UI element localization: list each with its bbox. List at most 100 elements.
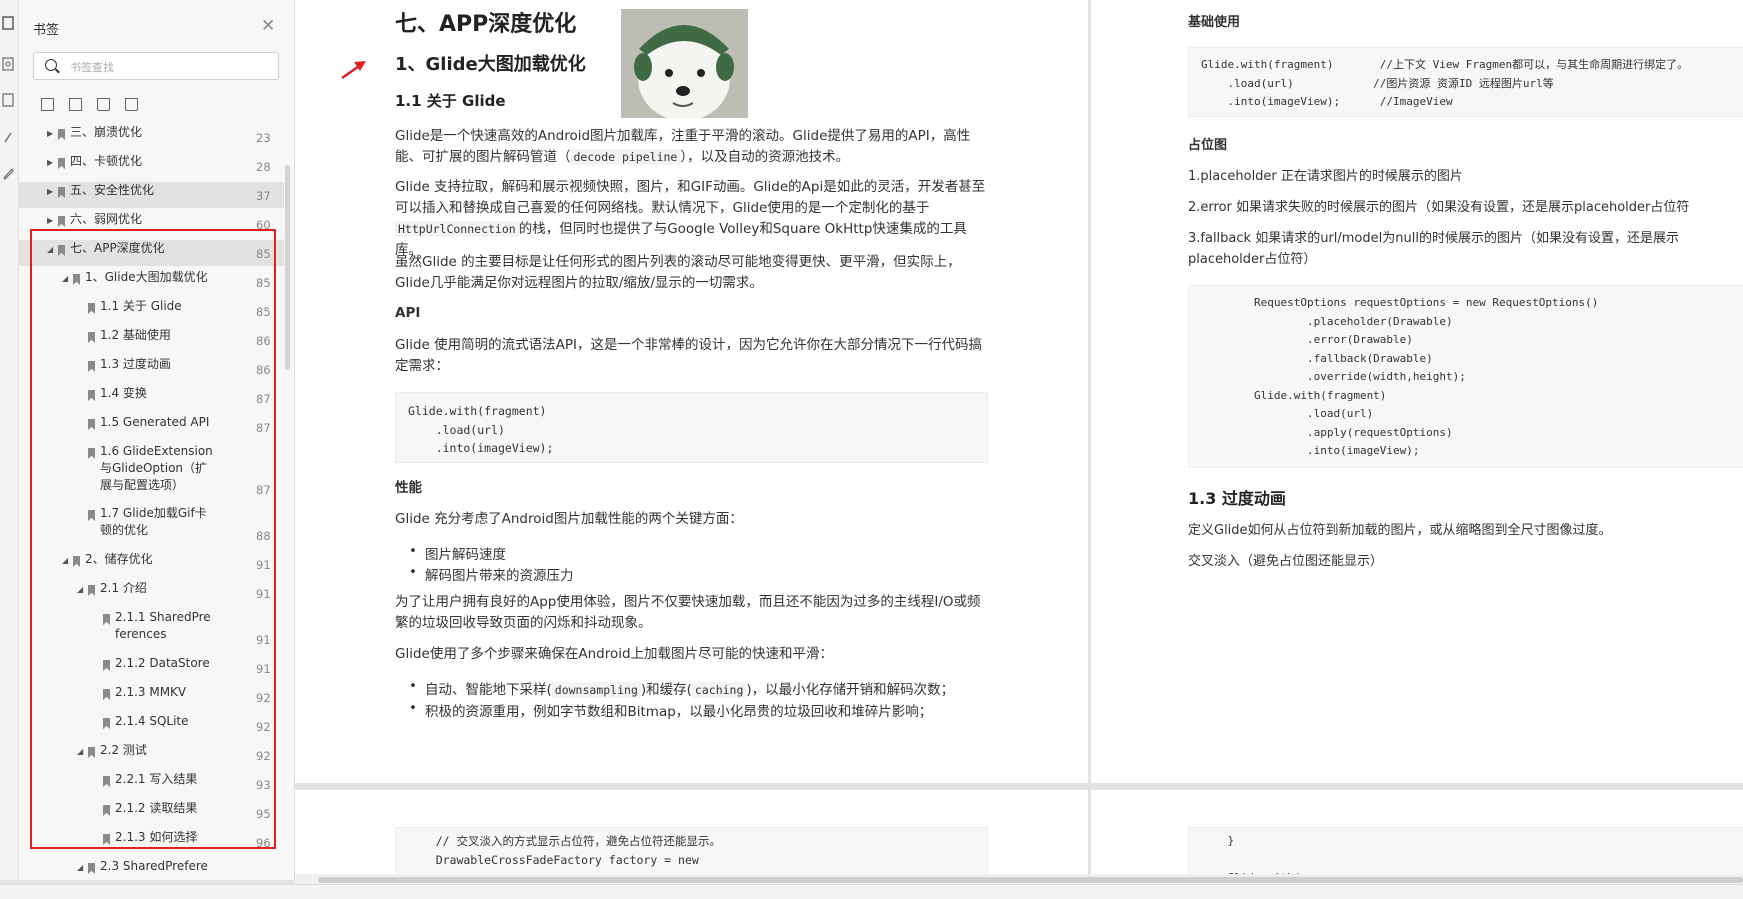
dog-sticker-image (621, 9, 748, 118)
signature-icon[interactable] (2, 166, 14, 180)
bookmark-label: 2.1.1 SharedPre ferences (115, 610, 211, 641)
attachment-icon[interactable] (2, 130, 14, 144)
placeholder-item-1: 1.placeholder 正在请求图片的时候展示的图片 (1188, 169, 1463, 184)
bookmark-search-box[interactable] (33, 52, 279, 80)
basic-usage-heading: 基础使用 (1188, 15, 1241, 30)
bookmark-label: 2.1.3 MMKV (115, 685, 187, 699)
collapse-toggle-icon[interactable]: ◢ (62, 274, 68, 283)
bookmark-icon (88, 332, 95, 343)
bullet-decode-speed: 图片解码速度 (409, 543, 506, 563)
bookmark-icon (88, 448, 95, 459)
expand-toggle-icon[interactable]: ▶ (47, 158, 53, 167)
bookmark-item[interactable]: 2.1.3 MMKV 92 (19, 684, 284, 710)
bookmark-item[interactable]: ◢ 2、储存优化 91 (19, 551, 284, 577)
sidebar-scrollbar[interactable] (285, 165, 290, 370)
chapter-title: 七、APP深度优化 (395, 12, 577, 37)
bookmark-item[interactable]: 2.1.3 如何选择 96 (19, 829, 284, 855)
paragraph-about-glide: Glide是一个快速高效的Android图片加载库，注重于平滑的滚动。Glide… (395, 128, 971, 165)
expand-all-icon[interactable] (41, 98, 54, 111)
placeholder-item-3: 3.fallback 如果请求的url/model为null的时候展示的图片（如… (1188, 231, 1679, 267)
paragraph-user-experience: 为了让用户拥有良好的App使用体验，图片不仅要快速加载，而且还不能因为过多的主线… (395, 594, 981, 631)
bookmark-panel-icon[interactable] (2, 16, 14, 30)
code-block-basic: Glide.with(fragment) //上下文 View Fragmen都… (1188, 47, 1743, 117)
page-icon[interactable] (2, 93, 14, 107)
bookmark-page-number: 92 (256, 691, 271, 705)
bookmark-page-number: 87 (256, 421, 271, 435)
bookmark-item[interactable]: ◢ 七、APP深度优化 85 (19, 240, 284, 266)
placeholder-heading: 占位图 (1188, 138, 1228, 153)
bookmark-item[interactable]: ▶ 四、卡顿优化 28 (19, 153, 284, 179)
bookmark-item[interactable]: 2.1.4 SQLite 92 (19, 713, 284, 739)
bookmark-page-number: 88 (256, 529, 271, 543)
bookmark-icon (103, 718, 110, 729)
expand-toggle-icon[interactable]: ▶ (47, 216, 53, 225)
bookmark-label: 三、崩溃优化 (70, 125, 143, 139)
bookmark-item[interactable]: 1.1 关于 Glide 85 (19, 298, 284, 324)
bookmark-label: 2.1.2 DataStore (115, 656, 210, 670)
bookmark-item[interactable]: ◢ 2.2 测试 92 (19, 742, 284, 768)
bullet-resource-pressure: 解码图片带来的资源压力 (409, 564, 573, 584)
bookmark-icon (58, 216, 65, 227)
paragraph-crossfade: 交叉淡入（避免占位图还能显示） (1188, 554, 1384, 569)
expand-toggle-icon[interactable]: ▶ (47, 187, 53, 196)
status-bar (0, 884, 1743, 899)
bookmark-item[interactable]: ◢ 2.1 介绍 91 (19, 580, 284, 606)
close-icon[interactable]: ✕ (261, 18, 275, 35)
delete-bookmark-icon[interactable] (125, 98, 138, 111)
red-arrow-icon (341, 61, 366, 80)
collapse-toggle-icon[interactable]: ◢ (62, 556, 68, 565)
collapse-toggle-icon[interactable]: ◢ (77, 585, 83, 594)
bookmark-label: 2.3 SharedPrefere (100, 859, 208, 873)
expand-toggle-icon[interactable]: ▶ (47, 129, 53, 138)
bullet-downsampling: 自动、智能地下采样(downsampling)和缓存(caching)，以最小化… (409, 678, 954, 698)
bookmark-label: 1、Glide大图加载优化 (85, 270, 208, 284)
bookmark-page-number: 91 (256, 662, 271, 676)
bookmark-icon (88, 510, 95, 521)
collapse-toggle-icon[interactable]: ◢ (77, 747, 83, 756)
bookmark-icon (88, 863, 95, 874)
bookmark-search-input[interactable] (68, 57, 272, 77)
bookmark-icon (88, 419, 95, 430)
bookmark-label: 2.2 测试 (100, 743, 147, 757)
bookmark-item[interactable]: 1.7 Glide加载Gif卡 顿的优化 88 (19, 505, 284, 548)
api-heading: API (395, 305, 421, 321)
document-page-left-next: // 交叉淡入的方式显示占位符，避免占位符还能显示。 DrawableCross… (295, 790, 1088, 887)
bookmark-item[interactable]: 1.2 基础使用 86 (19, 327, 284, 353)
bookmark-label: 1.4 变换 (100, 386, 147, 400)
bookmark-label: 1.3 过度动画 (100, 357, 171, 371)
bookmark-icon (58, 187, 65, 198)
bookmark-item[interactable]: ◢ 1、Glide大图加载优化 85 (19, 269, 284, 295)
bookmark-item[interactable]: ▶ 六、弱网优化 60 (19, 211, 284, 237)
bookmark-item[interactable]: 2.1.2 读取结果 95 (19, 800, 284, 826)
bookmark-label: 2.2.1 写入结果 (115, 772, 198, 786)
bookmark-item[interactable]: 2.1.1 SharedPre ferences 91 (19, 609, 284, 652)
horizontal-scroll-thumb[interactable] (318, 877, 1743, 883)
bookmark-item[interactable]: ▶ 五、安全性优化 37 (19, 182, 284, 208)
bookmark-item[interactable]: 1.4 变换 87 (19, 385, 284, 411)
bookmark-page-number: 37 (256, 189, 271, 203)
bookmark-item[interactable]: 1.5 Generated API 87 (19, 414, 284, 440)
bookmark-item[interactable]: ▶ 三、崩溃优化 23 (19, 124, 284, 150)
bookmark-page-number: 92 (256, 720, 271, 734)
section-heading-transition: 1.3 过度动画 (1188, 489, 1286, 508)
bookmark-item[interactable]: 1.3 过度动画 86 (19, 356, 284, 382)
search-icon (45, 59, 57, 71)
bookmark-label: 七、APP深度优化 (70, 241, 165, 255)
bookmark-icon (88, 361, 95, 372)
document-page-right: 基础使用 Glide.with(fragment) //上下文 View Fra… (1091, 0, 1743, 783)
bookmark-label: 2.1.2 读取结果 (115, 801, 198, 815)
add-bookmark-icon[interactable] (97, 98, 110, 111)
bookmark-label: 1.7 Glide加载Gif卡 顿的优化 (100, 506, 207, 537)
bookmark-item[interactable]: 2.2.1 写入结果 93 (19, 771, 284, 797)
bookmark-label: 1.5 Generated API (100, 415, 210, 429)
bookmark-item[interactable]: ◢ 2.3 SharedPrefere (19, 858, 284, 880)
collapse-all-icon[interactable] (69, 98, 82, 111)
collapse-toggle-icon[interactable]: ◢ (47, 245, 53, 254)
thumbnail-icon[interactable] (2, 57, 14, 71)
bookmark-icon (88, 390, 95, 401)
bookmark-icon (103, 834, 110, 845)
bookmark-item[interactable]: 2.1.2 DataStore 91 (19, 655, 284, 681)
bookmark-page-number: 95 (256, 807, 271, 821)
bookmark-item[interactable]: 1.6 GlideExtension 与GlideOption（扩 展与配置选项… (19, 443, 284, 502)
collapse-toggle-icon[interactable]: ◢ (77, 863, 83, 872)
